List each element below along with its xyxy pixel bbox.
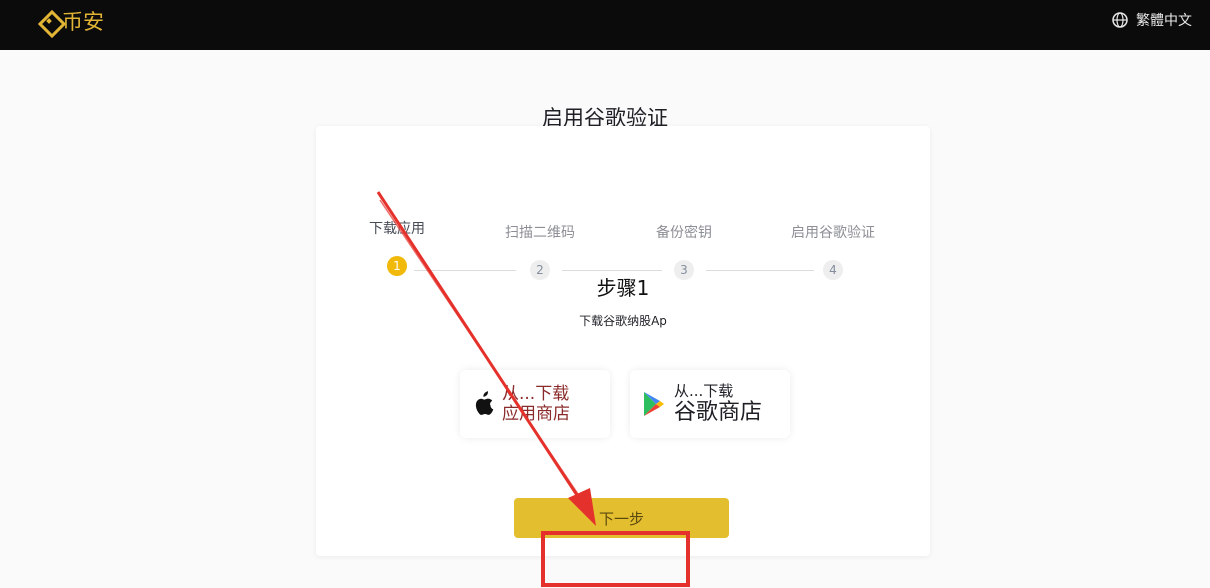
- apple-icon: [475, 391, 494, 415]
- top-navigation-bar: 币安 繁體中文: [0, 0, 1210, 50]
- step-heading: 步骤1: [596, 276, 650, 300]
- next-step-button[interactable]: 下一步: [514, 498, 729, 538]
- setup-card: [316, 126, 930, 556]
- language-label: 繁體中文: [1136, 13, 1192, 29]
- google-store-line2: 谷歌商店: [674, 399, 763, 425]
- logo-text: 币安: [62, 10, 104, 34]
- google-play-icon: [644, 392, 664, 416]
- step-2-label: 扫描二维码: [505, 225, 575, 241]
- app-store-line1: 从...下载: [502, 383, 570, 404]
- app-store-button[interactable]: 从...下载 应用商店: [460, 370, 610, 438]
- step-1-label: 下载应用: [369, 221, 425, 237]
- step-connector-2: [562, 270, 662, 271]
- step-connector-3: [706, 270, 814, 271]
- step-4-label: 启用谷歌验证: [791, 225, 875, 241]
- step-description: 下载谷歌纳股Ap: [579, 314, 667, 328]
- step-1: 下载应用 1: [337, 218, 457, 276]
- step-3-label: 备份密钥: [656, 225, 712, 241]
- binance-logo-icon: [38, 10, 60, 32]
- globe-icon: [1112, 12, 1128, 28]
- app-store-line2: 应用商店: [502, 404, 570, 424]
- binance-logo[interactable]: 币安: [38, 6, 104, 36]
- language-selector[interactable]: 繁體中文: [1112, 10, 1192, 30]
- google-store-line1: 从...下载: [674, 381, 734, 400]
- google-play-button[interactable]: 从...下载 谷歌商店: [630, 370, 790, 438]
- step-connector-1: [414, 270, 516, 271]
